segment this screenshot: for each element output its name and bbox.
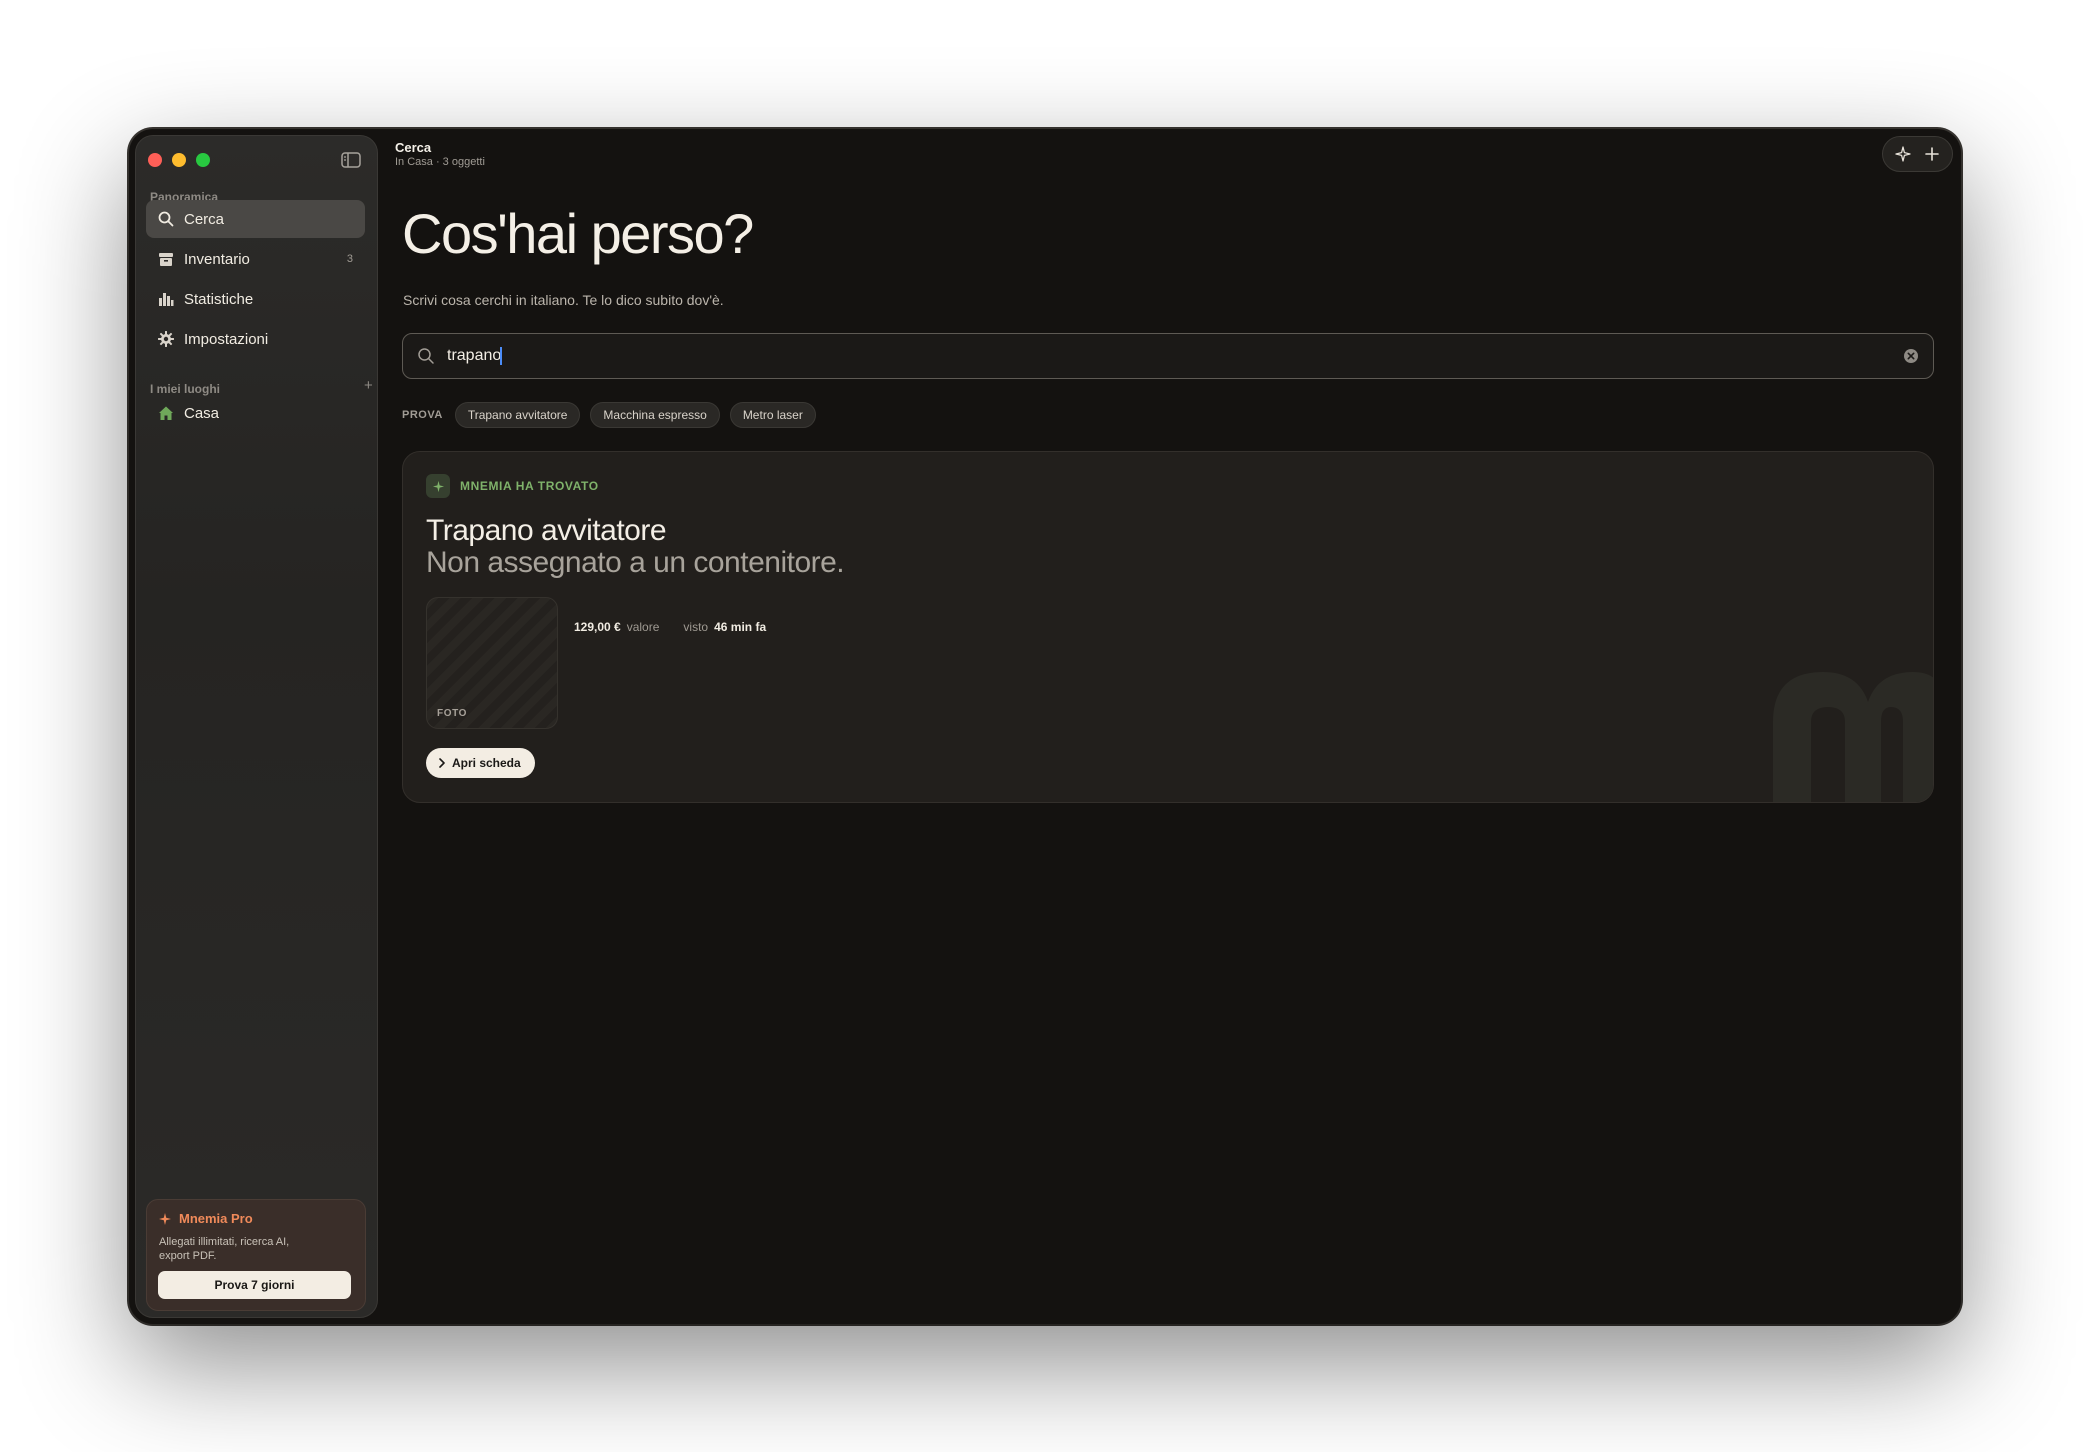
page-subtitle: In Casa · 3 oggetti — [395, 156, 485, 168]
sidebar-item-casa[interactable]: Casa — [146, 394, 365, 432]
trial-button[interactable]: Prova 7 giorni — [158, 1271, 351, 1299]
sparkle-icon — [1895, 146, 1911, 162]
add-place-button[interactable]: + — [364, 377, 373, 394]
found-badge: MNEMIA HA TROVATO — [426, 474, 599, 498]
item-seen-value: 46 min fa — [714, 620, 767, 634]
hero-title: Cos'hai perso? — [402, 202, 754, 265]
close-window-button[interactable] — [148, 153, 162, 167]
pro-title: Mnemia Pro — [159, 1211, 353, 1226]
hero-subtitle: Scrivi cosa cerchi in italiano. Te lo di… — [403, 292, 724, 308]
result-item-location: Non assegnato a un contenitore. — [426, 546, 845, 579]
archive-icon — [158, 251, 174, 267]
sidebar-item-label: Statistiche — [184, 290, 254, 308]
chevron-right-icon — [439, 758, 445, 768]
gear-icon — [158, 331, 174, 347]
open-detail-button[interactable]: Apri scheda — [426, 748, 535, 778]
suggestions-row: PROVA Trapano avvitatore Macchina espres… — [402, 402, 826, 428]
sidebar-item-inventario[interactable]: Inventario 3 — [146, 240, 365, 278]
minimize-window-button[interactable] — [172, 153, 186, 167]
add-item-button[interactable] — [1920, 142, 1944, 166]
item-photo-placeholder[interactable]: FOTO — [426, 597, 558, 729]
item-seen-label: visto — [683, 620, 709, 634]
sidebar-item-statistiche[interactable]: Statistiche — [146, 280, 365, 318]
bar-chart-icon — [158, 291, 174, 307]
search-icon — [417, 347, 435, 365]
found-label: MNEMIA HA TROVATO — [460, 479, 599, 493]
photo-label: FOTO — [437, 708, 467, 719]
ai-sparkle-button[interactable] — [1891, 142, 1915, 166]
sidebar-item-label: Casa — [184, 404, 220, 422]
item-value-label: valore — [626, 620, 660, 634]
item-value: 129,00 € — [574, 620, 621, 634]
sparkle-icon — [159, 1212, 171, 1225]
clear-icon — [1904, 349, 1918, 363]
sidebar-item-cerca[interactable]: Cerca — [146, 200, 365, 238]
house-icon — [158, 405, 174, 421]
pro-description: Allegati illimitati, ricerca AI, export … — [159, 1236, 290, 1262]
inventory-count-badge: 3 — [346, 253, 353, 265]
plus-icon — [1924, 147, 1939, 161]
header-actions — [1882, 136, 1953, 172]
search-input-value: trapano — [447, 347, 502, 364]
search-input[interactable]: trapano — [447, 347, 1903, 365]
sidebar-item-impostazioni[interactable]: Impostazioni — [146, 320, 365, 358]
result-card: MNEMIA HA TROVATO Trapano avvitatore Non… — [402, 451, 1934, 803]
sidebar-item-label: Impostazioni — [184, 330, 269, 348]
window-controls — [148, 153, 210, 167]
search-icon — [158, 211, 174, 227]
sidebar-toggle-icon[interactable] — [341, 152, 361, 168]
pro-upsell-card: Mnemia Pro Allegati illimitati, ricerca … — [146, 1199, 366, 1311]
open-detail-label: Apri scheda — [452, 756, 521, 770]
suggestion-chip[interactable]: Trapano avvitatore — [454, 402, 581, 428]
search-field[interactable]: trapano — [402, 333, 1934, 379]
zoom-window-button[interactable] — [196, 153, 210, 167]
result-item-title: Trapano avvitatore — [426, 514, 667, 547]
try-label: PROVA — [402, 409, 443, 421]
clear-search-button[interactable] — [1903, 348, 1919, 364]
suggestion-chip[interactable]: Metro laser — [729, 402, 816, 428]
mnemia-logo-watermark — [1773, 672, 1933, 802]
suggestion-chip[interactable]: Macchina espresso — [590, 402, 720, 428]
sidebar: Panoramica Cerca Inventario 3 Statistich… — [135, 135, 378, 1318]
pro-title-label: Mnemia Pro — [179, 1211, 253, 1226]
sidebar-item-label: Inventario — [184, 250, 250, 268]
text-caret — [500, 347, 502, 365]
page-title: Cerca — [395, 140, 432, 155]
app-window: Panoramica Cerca Inventario 3 Statistich… — [129, 129, 1961, 1324]
sidebar-item-label: Cerca — [184, 210, 225, 228]
sparkle-icon — [426, 474, 450, 498]
item-meta: 129,00 € valore visto 46 min fa — [574, 620, 766, 634]
